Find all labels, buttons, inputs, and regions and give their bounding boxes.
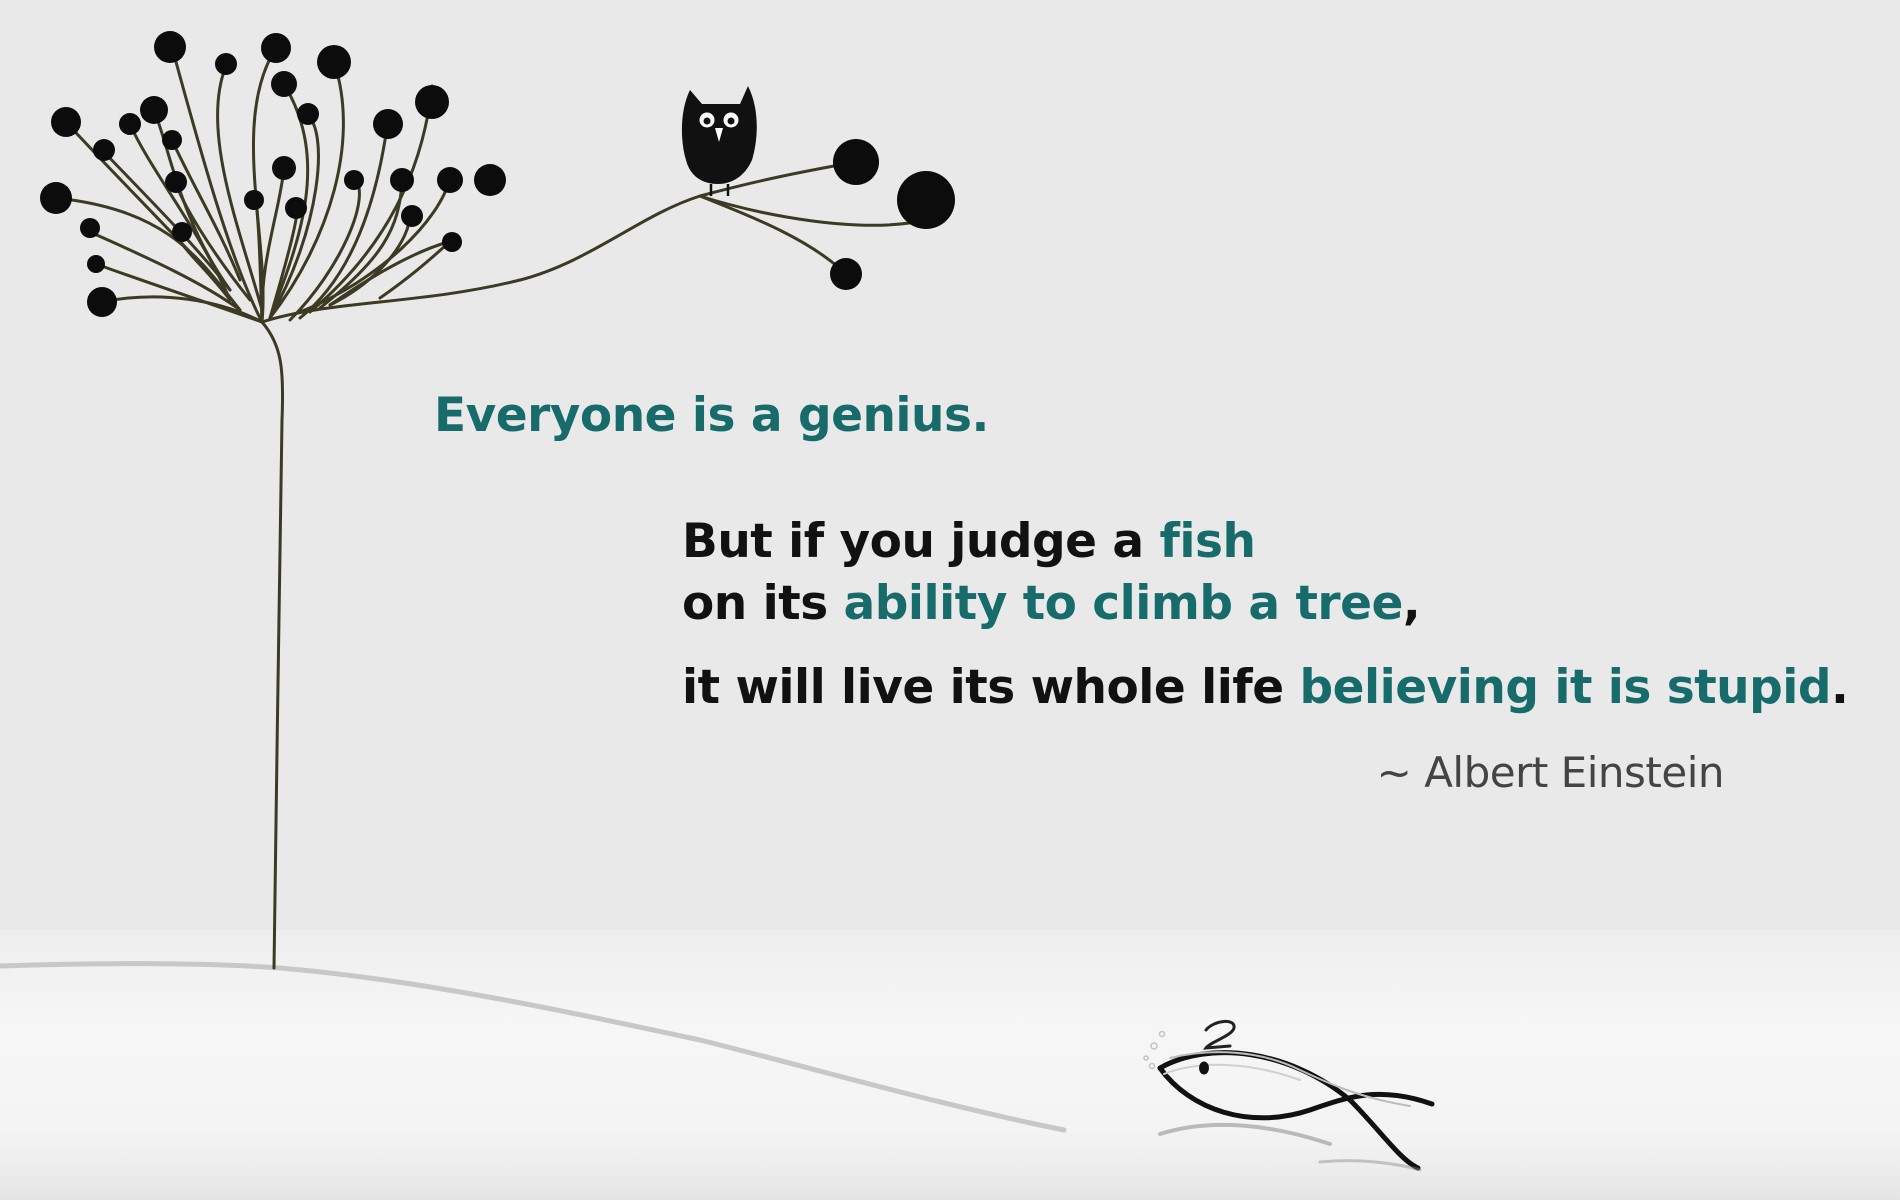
quote-attribution: ~ Albert Einstein [1376, 748, 1725, 797]
quote-line-3: it will live its whole life believing it… [682, 660, 1849, 715]
line3-dark: it will live its whole life [682, 660, 1300, 715]
quote-headline: Everyone is a genius. [434, 388, 989, 443]
quote-line-2: on its ability to climb a tree, [682, 576, 1421, 631]
line3-end: . [1831, 660, 1849, 715]
line2-teal: ability to climb a tree [843, 576, 1404, 631]
line1-teal: fish [1159, 514, 1256, 569]
line2-end: , [1402, 576, 1421, 631]
line3-teal: believing it is stupid [1299, 660, 1832, 715]
line1-dark: But if you judge a [682, 514, 1160, 569]
line2-dark: on its [682, 576, 844, 631]
owl-icon [681, 86, 757, 196]
headline-text: Everyone is a genius. [434, 388, 989, 443]
ground [0, 930, 1900, 1200]
quote-line-1: But if you judge a fish [682, 514, 1256, 569]
